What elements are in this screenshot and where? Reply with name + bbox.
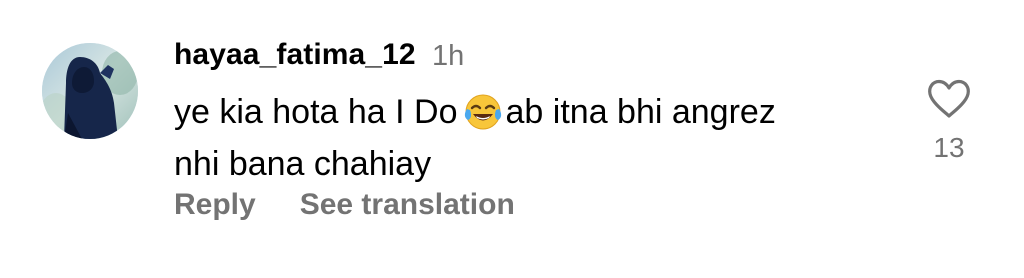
reply-button[interactable]: Reply bbox=[174, 185, 256, 225]
comment-username[interactable]: hayaa_fatima_12 bbox=[174, 36, 416, 74]
like-button[interactable] bbox=[924, 74, 974, 124]
comment-text-part-1: ye kia hota ha I Do bbox=[174, 93, 458, 131]
comment-actions: Reply See translation bbox=[174, 185, 515, 225]
like-count: 13 bbox=[933, 132, 965, 163]
avatar[interactable] bbox=[42, 43, 138, 139]
comment-item: hayaa_fatima_12 1h ye kia hota ha I Do a… bbox=[0, 0, 1024, 278]
avatar-image bbox=[42, 43, 138, 139]
comment-text-line-1: ye kia hota ha I Do ab itna bhi angrez bbox=[174, 90, 894, 142]
comment-text-line-2: nhi bana chahiay bbox=[174, 145, 432, 183]
comment-text: ye kia hota ha I Do ab itna bhi angrez n… bbox=[174, 90, 894, 186]
heart-outline-icon bbox=[928, 79, 970, 118]
see-translation-button[interactable]: See translation bbox=[300, 185, 515, 225]
tears-of-joy-emoji-icon bbox=[464, 93, 502, 142]
comment-text-part-2: ab itna bhi angrez bbox=[505, 93, 776, 131]
comment-timestamp: 1h bbox=[432, 40, 465, 72]
